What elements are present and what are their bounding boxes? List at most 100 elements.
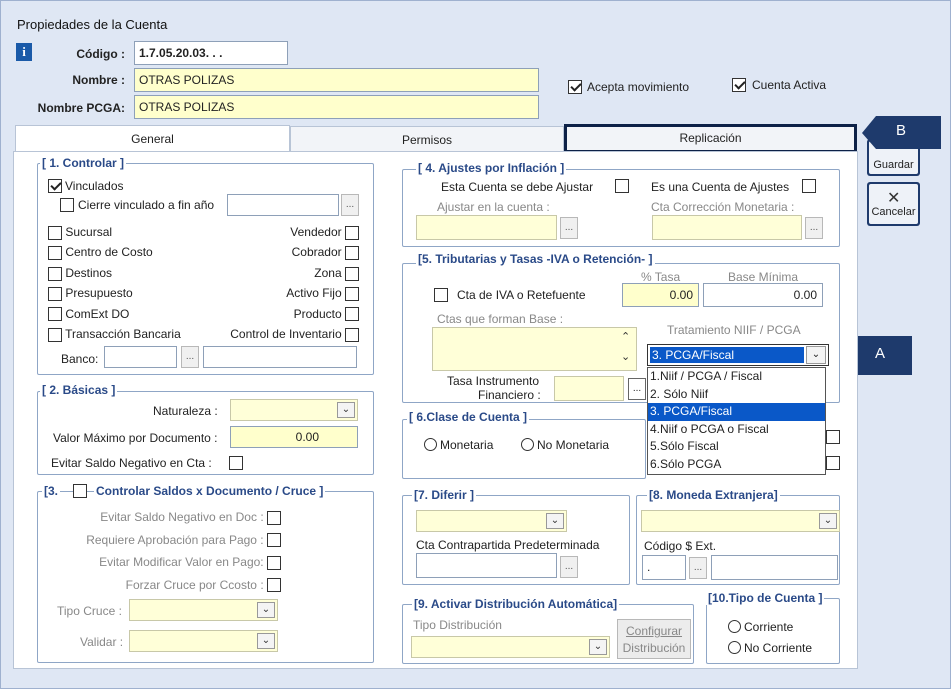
codigo-ext-browse-button[interactable]: ... — [689, 557, 707, 579]
naturaleza-dropdown[interactable]: ⌄ — [230, 399, 358, 421]
cta-correccion-field[interactable] — [652, 215, 802, 240]
contrapartida-browse-button[interactable]: ... — [560, 556, 578, 578]
base-minima-label: Base Mínima — [728, 270, 799, 284]
option-solo-pcga[interactable]: 6.Sólo PCGA — [648, 456, 825, 474]
option-niif-o-pcga[interactable]: 4.Niif o PCGA o Fiscal — [648, 421, 825, 439]
cuenta-ajustes-checkbox[interactable] — [802, 179, 816, 193]
cuenta-activa-checkbox[interactable] — [732, 78, 746, 92]
nombre-pcga-field[interactable]: OTRAS POLIZAS — [134, 95, 539, 119]
evitar-saldo-label: Evitar Saldo Negativo en Cta : — [51, 456, 212, 470]
tasa-field[interactable]: 0.00 — [622, 283, 699, 307]
transaccion-label: Transacción Bancaria — [65, 327, 181, 342]
cta-iva-label: Cta de IVA o Retefuente — [457, 288, 586, 302]
evitar-saldo-checkbox[interactable] — [229, 456, 243, 470]
cierre-checkbox[interactable] — [60, 198, 74, 212]
nombre-pcga-label: Nombre PCGA: — [37, 101, 125, 115]
transaccion-checkbox[interactable] — [48, 327, 62, 342]
centro-costo-checkbox[interactable] — [48, 246, 62, 261]
hidden-checkbox-2[interactable] — [826, 456, 840, 470]
vendedor-checkbox[interactable] — [345, 225, 359, 240]
window-title: Propiedades de la Cuenta — [17, 17, 168, 32]
modificar-checkbox[interactable] — [267, 555, 281, 570]
saldos-checkbox[interactable] — [73, 484, 87, 498]
codigo-field[interactable]: 1.7.05.20.03. . . — [134, 41, 288, 65]
monetaria-radio[interactable] — [424, 438, 437, 451]
inventario-checkbox[interactable] — [345, 327, 359, 342]
option-solo-niif[interactable]: 2. Sólo Niif — [648, 386, 825, 404]
cobrador-checkbox[interactable] — [345, 246, 359, 261]
monetaria-label: Monetaria — [440, 438, 494, 452]
se-debe-ajustar-checkbox[interactable] — [615, 179, 629, 193]
tab-replicacion[interactable]: Replicación — [564, 124, 857, 153]
diferir-dropdown[interactable]: ⌄ — [416, 510, 567, 532]
codigo-ext-field[interactable]: . — [642, 555, 686, 580]
callout-b-label: B — [896, 122, 907, 139]
tipo-cruce-label: Tipo Cruce : — [57, 604, 122, 618]
tipo-distribucion-label: Tipo Distribución — [413, 618, 502, 632]
chevron-down-icon: ⌄ — [806, 346, 826, 364]
valor-max-field[interactable]: 0.00 — [230, 426, 358, 448]
cierre-field[interactable] — [227, 194, 339, 216]
saldo-doc-checkbox[interactable] — [267, 510, 281, 525]
nombre-field[interactable]: OTRAS POLIZAS — [134, 68, 539, 92]
tipo-distribucion-dropdown[interactable]: ⌄ — [411, 636, 610, 658]
controlar-left-list: Sucursal Centro de Costo Destinos Presup… — [48, 222, 181, 344]
se-debe-ajustar-label: Esta Cuenta se debe Ajustar — [441, 180, 594, 194]
option-solo-fiscal[interactable]: 5.Sólo Fiscal — [648, 438, 825, 456]
zona-label: Zona — [314, 265, 342, 280]
info-icon[interactable]: i — [16, 43, 32, 61]
no-corriente-radio[interactable] — [728, 641, 741, 654]
base-minima-field[interactable]: 0.00 — [703, 283, 823, 307]
controlar-title: [ 1. Controlar ] — [40, 156, 127, 170]
cuenta-ajustes-label: Es una Cuenta de Ajustes — [651, 180, 790, 194]
zona-checkbox[interactable] — [345, 266, 359, 281]
codigo-ext-name-field[interactable] — [711, 555, 838, 580]
ctas-base-list[interactable] — [432, 327, 637, 371]
vinculados-checkbox[interactable] — [48, 179, 62, 193]
moneda-dropdown[interactable]: ⌄ — [641, 510, 840, 532]
nombre-label: Nombre : — [72, 73, 125, 87]
banco-name-field[interactable] — [203, 346, 357, 368]
sucursal-checkbox[interactable] — [48, 225, 62, 240]
tratamiento-selected: 3. PCGA/Fiscal — [649, 346, 805, 364]
configurar-distribucion-button[interactable]: Configurar Distribución — [617, 619, 691, 659]
cta-iva-checkbox[interactable] — [434, 288, 448, 302]
cierre-browse-button[interactable]: ... — [341, 194, 359, 216]
hidden-checkbox-1[interactable] — [826, 430, 840, 444]
destinos-checkbox[interactable] — [48, 266, 62, 281]
tratamiento-dropdown[interactable]: 3. PCGA/Fiscal ⌄ — [647, 344, 829, 366]
chevron-down-icon: ⌄ — [589, 639, 607, 655]
validar-dropdown[interactable]: ⌄ — [129, 630, 278, 652]
vinculados-label: Vinculados — [65, 179, 124, 193]
codigo-label: Código : — [76, 47, 125, 61]
cruce-ccosto-checkbox[interactable] — [267, 578, 281, 593]
cta-correccion-browse-button[interactable]: ... — [805, 217, 823, 239]
naturaleza-label: Naturaleza : — [153, 404, 218, 418]
activo-fijo-checkbox[interactable] — [345, 287, 359, 302]
ajustar-en-browse-button[interactable]: ... — [560, 217, 578, 239]
no-monetaria-radio[interactable] — [521, 438, 534, 451]
option-niif-pcga-fiscal[interactable]: 1.Niif / PCGA / Fiscal — [648, 368, 825, 386]
tasa-instrumento-browse-button[interactable]: ... — [628, 378, 646, 400]
aprobacion-checkbox[interactable] — [267, 533, 281, 548]
option-pcga-fiscal[interactable]: 3. PCGA/Fiscal — [648, 403, 825, 421]
tipo-cuenta-title: [10.Tipo de Cuenta ] — [706, 591, 825, 605]
scroll-up-icon[interactable]: ⌃ — [621, 330, 630, 343]
cruce-ccosto-label: Forzar Cruce por Ccosto : — [125, 577, 264, 592]
tasa-instrumento-field[interactable] — [554, 376, 624, 401]
producto-checkbox[interactable] — [345, 307, 359, 322]
tab-permisos[interactable]: Permisos — [290, 126, 564, 152]
ajustar-en-field[interactable] — [416, 215, 557, 240]
corriente-radio[interactable] — [728, 620, 741, 633]
tab-general[interactable]: General — [15, 125, 290, 151]
basicas-title: [ 2. Básicas ] — [40, 383, 118, 397]
banco-browse-button[interactable]: ... — [181, 346, 199, 368]
tipo-cruce-dropdown[interactable]: ⌄ — [129, 599, 278, 621]
acepta-movimiento-checkbox[interactable] — [568, 80, 582, 94]
comext-checkbox[interactable] — [48, 307, 62, 322]
moneda-title: [8. Moneda Extranjera] — [647, 488, 780, 502]
banco-field[interactable] — [104, 346, 177, 368]
scroll-down-icon[interactable]: ⌄ — [621, 350, 630, 363]
contrapartida-field[interactable] — [416, 553, 557, 578]
presupuesto-checkbox[interactable] — [48, 287, 62, 302]
